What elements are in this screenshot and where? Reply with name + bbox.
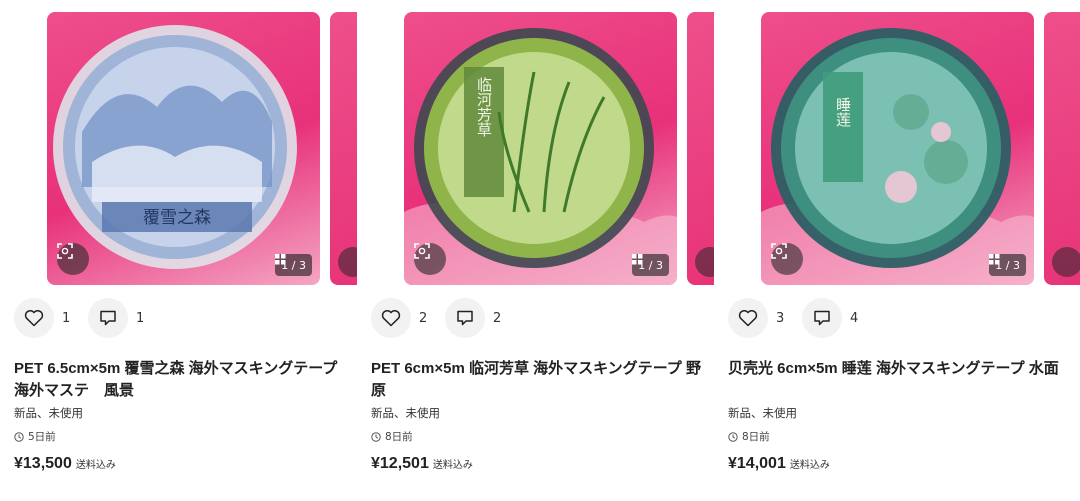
listing-title[interactable]: PET 6cm×5m 临河芳草 海外マスキングテープ 野原 [371, 358, 711, 402]
visual-search-button[interactable] [338, 247, 357, 277]
listing-photo[interactable]: 睡莲 1 / 3 [761, 12, 1034, 285]
like-count: 3 [776, 310, 785, 326]
grid-icon [989, 254, 1000, 265]
like-button[interactable] [371, 298, 411, 338]
next-photo-preview[interactable] [330, 12, 357, 285]
tape-roll-image: 临河芳草 [404, 28, 677, 285]
listing-card[interactable]: 覆雪之森 1 / 3 1 1 PET 6.5cm×5m 覆雪之森 海外マスキング… [0, 0, 357, 501]
image-counter: 1 / 3 [275, 254, 312, 276]
like-button[interactable] [728, 298, 768, 338]
price-value: ¥13,500 [14, 455, 72, 472]
listing-card[interactable]: 睡莲 1 / 3 3 4 贝壳光 6cm×5m 睡莲 海外マスキングテープ 水面… [714, 0, 1080, 501]
comment-button[interactable] [445, 298, 485, 338]
visual-search-button[interactable] [771, 243, 803, 275]
item-condition: 新品、未使用 [728, 406, 797, 420]
clock-icon [371, 431, 381, 442]
visual-search-button[interactable] [414, 243, 446, 275]
next-photo-preview[interactable] [687, 12, 714, 285]
tape-label-text: 覆雪之森 [143, 208, 211, 228]
speech-bubble-icon [457, 310, 473, 326]
posted-time-text: 8日前 [742, 431, 770, 443]
visual-search-button[interactable] [1052, 247, 1080, 277]
posted-time: 8日前 [371, 429, 413, 444]
shipping-label: 送料込み [75, 460, 116, 471]
grid-icon [275, 254, 286, 265]
visual-search-icon [414, 243, 430, 259]
heart-outline-icon [381, 310, 401, 327]
tape-label-text: 临河芳草 [475, 77, 493, 137]
posted-time-text: 5日前 [28, 431, 56, 443]
clock-icon [14, 431, 24, 442]
listing-title[interactable]: PET 6.5cm×5m 覆雪之森 海外マスキングテープ 海外マステ 風景 [14, 358, 354, 402]
listing-actions: 3 4 [728, 297, 876, 339]
comment-count: 2 [493, 310, 502, 326]
like-count: 2 [419, 310, 428, 326]
image-counter: 1 / 3 [632, 254, 669, 276]
listing-photo[interactable]: 临河芳草 1 / 3 [404, 12, 677, 285]
posted-time: 8日前 [728, 429, 770, 444]
visual-search-button[interactable] [57, 243, 89, 275]
tape-roll-image: 覆雪之森 [53, 25, 297, 269]
price-value: ¥12,501 [371, 455, 429, 472]
listing-card[interactable]: 临河芳草 1 / 3 2 2 PET 6cm×5m 临河芳草 海外マスキングテー… [357, 0, 714, 501]
posted-time-text: 8日前 [385, 431, 413, 443]
tape-roll-image: 睡莲 [761, 28, 1034, 285]
listing-actions: 1 1 [14, 297, 162, 339]
speech-bubble-icon [814, 310, 830, 326]
heart-outline-icon [24, 310, 44, 327]
comment-button[interactable] [88, 298, 128, 338]
comment-count: 1 [136, 310, 145, 326]
tape-label-text: 睡莲 [834, 97, 852, 128]
listing-actions: 2 2 [371, 297, 519, 339]
posted-time: 5日前 [14, 429, 56, 444]
heart-outline-icon [738, 310, 758, 327]
comment-count: 4 [850, 310, 859, 326]
shipping-label: 送料込み [789, 460, 830, 471]
visual-search-icon [57, 243, 73, 259]
grid-icon [632, 254, 643, 265]
clock-icon [728, 431, 738, 442]
image-counter: 1 / 3 [989, 254, 1026, 276]
visual-search-icon [771, 243, 787, 259]
comment-button[interactable] [802, 298, 842, 338]
item-condition: 新品、未使用 [371, 406, 440, 420]
like-button[interactable] [14, 298, 54, 338]
like-count: 1 [62, 310, 71, 326]
price: ¥12,501 送料込み [371, 455, 473, 473]
next-photo-preview[interactable] [1044, 12, 1080, 285]
visual-search-button[interactable] [695, 247, 714, 277]
price: ¥13,500 送料込み [14, 455, 116, 473]
listing-photo[interactable]: 覆雪之森 1 / 3 [47, 12, 320, 285]
speech-bubble-icon [100, 310, 116, 326]
shipping-label: 送料込み [432, 460, 473, 471]
price: ¥14,001 送料込み [728, 455, 830, 473]
price-value: ¥14,001 [728, 455, 786, 472]
item-condition: 新品、未使用 [14, 406, 83, 420]
listing-title[interactable]: 贝壳光 6cm×5m 睡莲 海外マスキングテープ 水面 [728, 358, 1068, 380]
